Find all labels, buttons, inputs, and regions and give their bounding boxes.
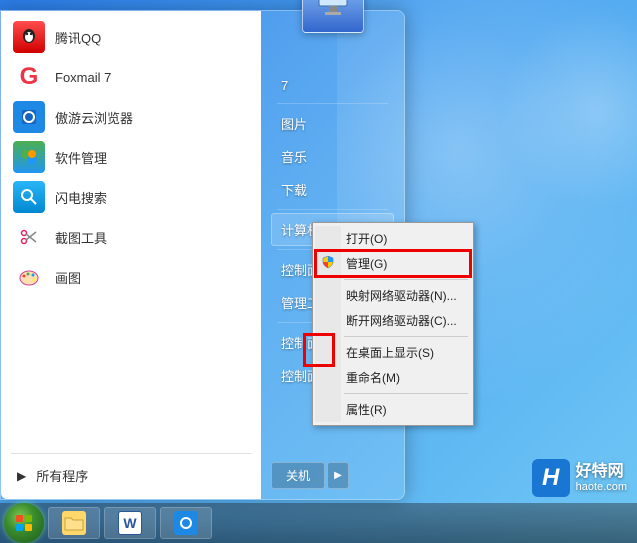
watermark-name: 好特网 [576, 463, 627, 481]
separator [344, 336, 468, 337]
ctx-manage[interactable]: 管理(G) [316, 251, 470, 276]
program-maxthon[interactable]: 傲游云浏览器 [5, 97, 257, 137]
separator [344, 393, 468, 394]
windows-logo-icon [12, 511, 36, 535]
taskbar-maxthon[interactable] [160, 507, 212, 539]
palette-icon [13, 261, 45, 293]
watermark-url: haote.com [576, 481, 627, 493]
monitor-icon [311, 0, 355, 24]
program-snip[interactable]: 截图工具 [5, 217, 257, 257]
ctx-open[interactable]: 打开(O) [316, 226, 470, 251]
ctx-disconnect-drive[interactable]: 断开网络驱动器(C)... [316, 308, 470, 333]
program-label: Foxmail 7 [55, 70, 111, 85]
start-button[interactable] [4, 503, 44, 543]
uac-shield-icon [321, 255, 335, 269]
all-programs-label: 所有程序 [36, 466, 88, 485]
watermark-badge: H [532, 459, 570, 497]
word-icon: W [118, 511, 142, 535]
program-foxmail[interactable]: G Foxmail 7 [5, 57, 257, 97]
separator [277, 103, 388, 104]
foxmail-icon: G [13, 61, 45, 93]
softmgr-icon [13, 141, 45, 173]
shutdown-group: 关机 ▶ [271, 462, 394, 489]
separator [277, 209, 388, 210]
all-programs[interactable]: ▶ 所有程序 [5, 458, 257, 493]
search-icon [13, 181, 45, 213]
program-label: 傲游云浏览器 [55, 108, 133, 127]
program-label: 软件管理 [55, 148, 107, 167]
shutdown-options-arrow[interactable]: ▶ [327, 462, 349, 489]
qq-icon [13, 21, 45, 53]
program-paint[interactable]: 画图 [5, 257, 257, 297]
scissors-icon [13, 221, 45, 253]
places-pictures[interactable]: 图片 [271, 107, 394, 140]
shutdown-button[interactable]: 关机 [271, 462, 325, 489]
maxthon-icon [174, 511, 198, 535]
program-label: 画图 [55, 268, 81, 287]
program-softmgr[interactable]: 软件管理 [5, 137, 257, 177]
places-downloads[interactable]: 下载 [271, 173, 394, 206]
start-menu-programs-pane: 腾讯QQ G Foxmail 7 傲游云浏览器 软件管理 闪电搜索 截图工具 画… [1, 11, 261, 499]
separator [11, 453, 251, 454]
ctx-manage-label: 管理(G) [346, 257, 387, 271]
annotation-highlight-small [303, 333, 335, 367]
computer-context-menu: 打开(O) 管理(G) 映射网络驱动器(N)... 断开网络驱动器(C)... … [312, 222, 474, 426]
folder-icon [62, 511, 86, 535]
user-name[interactable]: 7 [271, 71, 394, 100]
maxthon-icon [13, 101, 45, 133]
taskbar-explorer[interactable] [48, 507, 100, 539]
ctx-map-drive[interactable]: 映射网络驱动器(N)... [316, 283, 470, 308]
arrow-right-icon: ▶ [17, 469, 26, 483]
taskbar-word[interactable]: W [104, 507, 156, 539]
watermark: H 好特网 haote.com [532, 459, 627, 497]
places-music[interactable]: 音乐 [271, 140, 394, 173]
user-picture[interactable] [302, 0, 364, 33]
separator [344, 279, 468, 280]
program-label: 闪电搜索 [55, 188, 107, 207]
program-qq[interactable]: 腾讯QQ [5, 17, 257, 57]
ctx-show-desktop[interactable]: 在桌面上显示(S) [316, 340, 470, 365]
program-flashsearch[interactable]: 闪电搜索 [5, 177, 257, 217]
ctx-properties[interactable]: 属性(R) [316, 397, 470, 422]
program-label: 腾讯QQ [55, 28, 101, 47]
taskbar: W [0, 503, 637, 543]
program-label: 截图工具 [55, 228, 107, 247]
ctx-rename[interactable]: 重命名(M) [316, 365, 470, 390]
